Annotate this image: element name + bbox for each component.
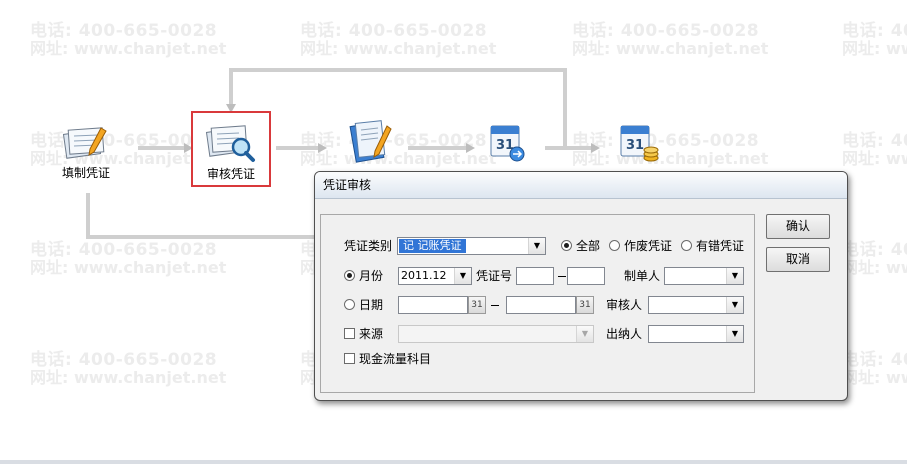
- date-from-input[interactable]: [398, 296, 468, 314]
- maker-select[interactable]: ▼: [664, 267, 744, 285]
- radio-filter-void[interactable]: [609, 240, 620, 251]
- range-dash: [558, 276, 566, 277]
- watermark: 电话: 400-665-0028网址: www.chanjet.net: [842, 350, 907, 387]
- period-select[interactable]: 2011.12 ▼: [398, 267, 472, 285]
- watermark: 电话: 400-665-0028网址: www.chanjet.net: [30, 240, 227, 277]
- range-dash: [491, 305, 499, 306]
- source-label: 来源: [359, 327, 384, 341]
- date-label: 日期: [359, 298, 384, 312]
- calendar-coins-icon: 31: [620, 125, 659, 162]
- flow-connector: [545, 146, 593, 150]
- flow-node-calendar[interactable]: 31: [482, 118, 532, 166]
- flow-arrow: [318, 143, 327, 153]
- radio-period[interactable]: [344, 270, 355, 281]
- maker-label: 制单人: [624, 269, 661, 283]
- flow-connector: [138, 146, 186, 150]
- svg-text:31: 31: [626, 138, 644, 153]
- voucher-audit-dialog: 凭证审核 凭证类别 记 记账凭证 ▼ 全部 作废凭证 有错凭证 月份 2011.…: [314, 171, 848, 401]
- cancel-button[interactable]: 取消: [766, 247, 830, 272]
- source-checkbox[interactable]: [344, 328, 355, 339]
- radio-date[interactable]: [344, 299, 355, 310]
- chevron-down-icon: ▼: [726, 297, 743, 313]
- auditor-select[interactable]: ▼: [648, 296, 744, 314]
- voucher-no-from-input[interactable]: [516, 267, 554, 285]
- watermark: 电话: 400-665-0028网址: www.chanjet.net: [572, 131, 769, 168]
- watermark: 电话: 400-665-0028网址: www.chanjet.net: [30, 350, 227, 387]
- radio-filter-all[interactable]: [561, 240, 572, 251]
- flow-connector: [563, 68, 567, 148]
- watermark: 电话: 400-665-0028网址: www.chanjet.net: [842, 21, 907, 58]
- radio-filter-error[interactable]: [681, 240, 692, 251]
- flow-arrow: [591, 143, 600, 153]
- filter-all-label: 全部: [576, 239, 601, 253]
- period-label: 月份: [359, 269, 384, 283]
- workspace: 电话: 400-665-0028 网址: www.chanjet.net 电话: …: [0, 0, 907, 464]
- flow-connector: [86, 235, 316, 239]
- confirm-button[interactable]: 确认: [766, 214, 830, 239]
- watermark: 电话: 400-665-0028网址: www.chanjet.net: [300, 21, 497, 58]
- flow-connector: [86, 193, 90, 237]
- flow-node-label: 审核凭证: [206, 167, 255, 181]
- voucher-audit-icon: [205, 125, 255, 162]
- cashflow-label: 现金流量科目: [359, 352, 432, 366]
- voucher-no-to-input[interactable]: [567, 267, 605, 285]
- calendar-icon[interactable]: 31: [576, 296, 594, 314]
- watermark: 电话: 400-665-0028网址: www.chanjet.net: [842, 131, 907, 168]
- flow-connector: [276, 146, 320, 150]
- chevron-down-icon: ▼: [454, 268, 471, 284]
- dialog-title[interactable]: 凭证审核: [315, 172, 847, 199]
- voucher-type-select[interactable]: 记 记账凭证 ▼: [397, 237, 546, 255]
- flow-connector: [229, 68, 567, 72]
- flow-connector: [408, 146, 468, 150]
- watermark: 电话: 400-665-0028网址: www.chanjet.net: [572, 21, 769, 58]
- auditor-label: 审核人: [606, 298, 643, 312]
- calendar-icon[interactable]: 31: [468, 296, 486, 314]
- chevron-down-icon: ▼: [528, 238, 545, 254]
- bookkeeping-icon: [349, 120, 392, 163]
- chevron-down-icon: ▼: [726, 326, 743, 342]
- flow-arrow: [466, 143, 475, 153]
- chevron-down-icon: ▼: [726, 268, 743, 284]
- filter-void-label: 作废凭证: [624, 239, 673, 253]
- flow-connector: [229, 68, 233, 104]
- watermark: 电话: 400-665-0028网址: www.chanjet.net: [30, 21, 227, 58]
- calendar-icon: 31: [490, 125, 525, 162]
- cashflow-checkbox[interactable]: [344, 353, 355, 364]
- filter-error-label: 有错凭证: [696, 239, 745, 253]
- watermark: 电话: 400-665-0028网址: www.chanjet.net: [842, 240, 907, 277]
- flow-node-bookkeeping[interactable]: [344, 118, 396, 166]
- status-strip: [0, 460, 907, 464]
- chevron-down-icon: ▼: [576, 326, 593, 342]
- cashier-select[interactable]: ▼: [648, 325, 744, 343]
- flow-node-audit-voucher[interactable]: 审核凭证: [191, 111, 271, 187]
- date-to-input[interactable]: [506, 296, 576, 314]
- voucher-fill-icon: [62, 127, 107, 159]
- voucher-type-label: 凭证类别: [344, 239, 393, 253]
- cashier-label: 出纳人: [606, 327, 643, 341]
- source-select[interactable]: ▼: [398, 325, 594, 343]
- voucher-no-label: 凭证号: [476, 269, 513, 283]
- flow-node-fill-voucher[interactable]: 填制凭证: [55, 122, 117, 181]
- flow-node-calendar-coins[interactable]: 31: [612, 118, 664, 166]
- flow-node-label: 填制凭证: [61, 166, 110, 180]
- filter-group: 凭证类别 记 记账凭证 ▼ 全部 作废凭证 有错凭证 月份 2011.12 ▼ …: [320, 214, 755, 393]
